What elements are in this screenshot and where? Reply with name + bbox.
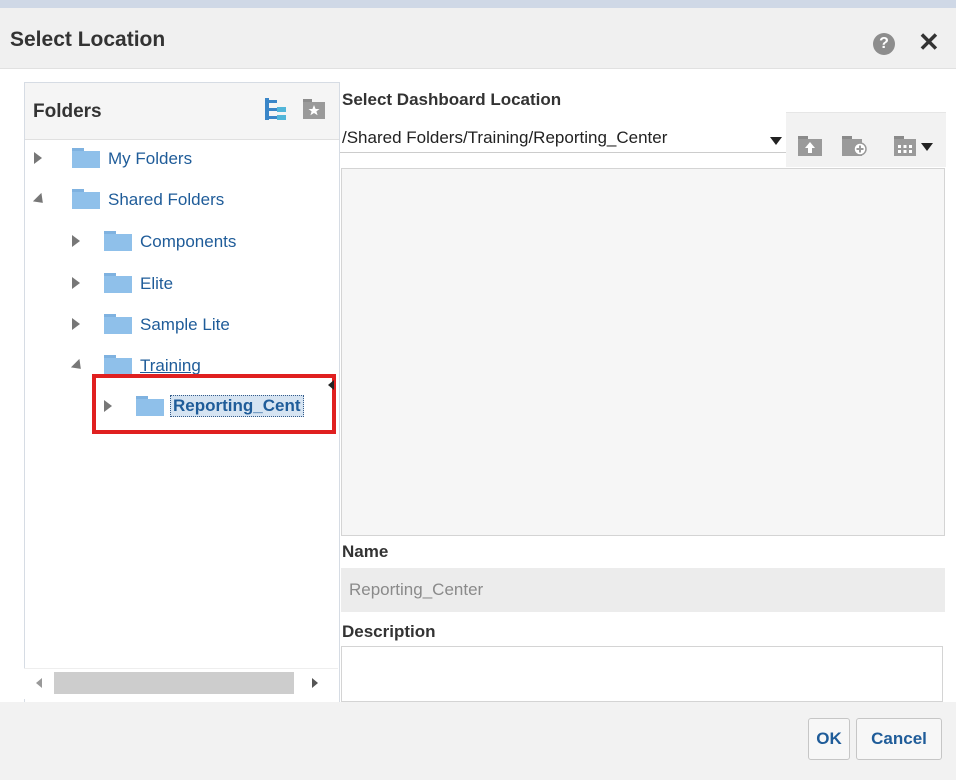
folder-icon bbox=[72, 148, 100, 168]
folder-icon bbox=[104, 355, 132, 375]
tree-view-icon[interactable] bbox=[263, 97, 287, 123]
folder-up-icon[interactable] bbox=[798, 136, 822, 156]
view-options-icon[interactable] bbox=[894, 136, 934, 156]
folder-icon bbox=[104, 273, 132, 293]
folder-icon bbox=[104, 231, 132, 251]
location-path-text: /Shared Folders/Training/Reporting_Cente… bbox=[342, 128, 668, 147]
tree-item-label[interactable]: Components bbox=[140, 232, 236, 252]
tree-item-training[interactable]: Training bbox=[70, 350, 332, 382]
description-field[interactable] bbox=[341, 646, 943, 702]
collapse-arrow-icon[interactable] bbox=[70, 358, 86, 374]
new-folder-icon[interactable] bbox=[842, 136, 868, 156]
dialog-title: Select Location bbox=[10, 28, 166, 51]
folder-icon bbox=[104, 314, 132, 334]
cancel-button[interactable]: Cancel bbox=[856, 718, 942, 760]
tree-item-label-selected[interactable]: Reporting_Cent bbox=[170, 395, 304, 417]
select-dashboard-location-label: Select Dashboard Location bbox=[342, 90, 562, 109]
top-accent-bar bbox=[0, 0, 956, 8]
dropdown-arrow-icon[interactable] bbox=[770, 137, 782, 145]
expand-arrow-icon[interactable] bbox=[72, 318, 80, 330]
folder-icon bbox=[136, 396, 164, 416]
close-icon[interactable]: ✕ bbox=[918, 28, 940, 56]
location-toolbar bbox=[786, 112, 946, 167]
tree-item-shared-folders[interactable]: Shared Folders bbox=[32, 184, 334, 216]
description-label: Description bbox=[342, 622, 436, 641]
tree-item-sample-lite[interactable]: Sample Lite bbox=[72, 309, 332, 341]
folders-header: Folders bbox=[25, 83, 339, 140]
tree-item-label[interactable]: Training bbox=[140, 356, 201, 376]
tree-item-components[interactable]: Components bbox=[72, 226, 332, 258]
favorite-folder-icon[interactable] bbox=[303, 99, 325, 119]
location-path-dropdown[interactable]: /Shared Folders/Training/Reporting_Cente… bbox=[340, 126, 786, 153]
select-location-dialog: Select Location ? ✕ Folders My Folders S… bbox=[0, 0, 956, 780]
ok-button[interactable]: OK bbox=[808, 718, 850, 760]
tree-item-label[interactable]: My Folders bbox=[108, 149, 192, 169]
tree-item-elite[interactable]: Elite bbox=[72, 268, 332, 300]
tree-item-reporting-center[interactable]: Reporting_Cent bbox=[104, 391, 330, 423]
scroll-left-icon[interactable] bbox=[36, 678, 42, 688]
tree-item-my-folders[interactable]: My Folders bbox=[34, 143, 334, 175]
folder-contents-area[interactable] bbox=[341, 168, 945, 536]
expand-arrow-icon[interactable] bbox=[34, 152, 42, 164]
name-label: Name bbox=[342, 542, 389, 561]
scroll-right-icon[interactable] bbox=[312, 678, 318, 688]
dialog-titlebar: Select Location ? ✕ bbox=[0, 8, 956, 69]
tree-item-label[interactable]: Elite bbox=[140, 274, 173, 294]
name-field[interactable] bbox=[341, 568, 945, 612]
collapse-arrow-icon[interactable] bbox=[32, 192, 48, 208]
help-icon[interactable]: ? bbox=[873, 33, 895, 55]
splitter-collapse-icon[interactable] bbox=[328, 380, 334, 390]
tree-item-label[interactable]: Sample Lite bbox=[140, 315, 230, 335]
expand-arrow-icon[interactable] bbox=[104, 400, 112, 412]
scrollbar-thumb[interactable] bbox=[54, 672, 294, 694]
horizontal-scrollbar[interactable] bbox=[24, 668, 338, 699]
folders-title: Folders bbox=[33, 101, 102, 122]
folder-icon bbox=[72, 189, 100, 209]
expand-arrow-icon[interactable] bbox=[72, 277, 80, 289]
expand-arrow-icon[interactable] bbox=[72, 235, 80, 247]
tree-item-label[interactable]: Shared Folders bbox=[108, 190, 224, 210]
